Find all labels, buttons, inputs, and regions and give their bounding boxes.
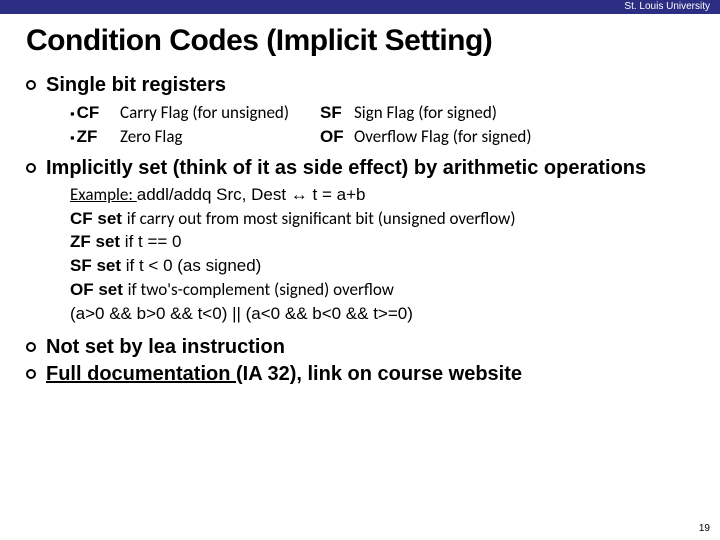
example-eq: ↔ t = a+b — [286, 185, 365, 204]
flag-zf-code: ZF — [77, 127, 98, 146]
bullet-2-text: Implicitly set (think of it as side effe… — [46, 157, 646, 180]
cf-set-desc: if carry out from most significant bit (… — [127, 208, 516, 229]
page-title: Condition Codes (Implicit Setting) — [26, 24, 694, 58]
flags-block: ▪CF Carry Flag (for unsigned) SF Sign Fl… — [70, 101, 694, 149]
zf-set: ZF set — [70, 232, 125, 251]
square-bullet-icon: ▪ — [70, 106, 75, 121]
bullet-3: Not set by lea instruction — [26, 336, 694, 359]
example-line-4: SF set if t < 0 (as signed) — [70, 255, 694, 278]
example-label: Example: — [70, 184, 137, 205]
zf-set-desc: if t == 0 — [125, 232, 182, 251]
bullet-icon — [26, 369, 36, 379]
flag-sf-desc: Sign Flag (for signed) — [354, 101, 497, 125]
bullet-4-text: Full documentation (IA 32), link on cour… — [46, 363, 522, 386]
flag-row-2: ▪ZF Zero Flag OF Overflow Flag (for sign… — [70, 125, 694, 149]
example-line-5: OF set if two's-complement (signed) over… — [70, 279, 694, 302]
sf-set-desc: if t < 0 (as signed) — [126, 256, 262, 275]
cf-set: CF set — [70, 209, 127, 228]
flag-of-code: OF — [320, 125, 354, 149]
bullet-1-text: Single bit registers — [46, 74, 226, 97]
example-code: addl/addq Src, Dest — [137, 185, 286, 204]
flag-zf-desc: Zero Flag — [120, 125, 320, 149]
flag-cf-code: CF — [77, 103, 100, 122]
flag-of-desc: Overflow Flag (for signed) — [354, 125, 532, 149]
example-line-6: (a>0 && b>0 && t<0) || (a<0 && b<0 && t>… — [70, 303, 694, 326]
bullet-4: Full documentation (IA 32), link on cour… — [26, 363, 694, 386]
bullet-icon — [26, 163, 36, 173]
example-block: Example: addl/addq Src, Dest ↔ t = a+b C… — [70, 184, 694, 327]
example-line-2: CF set if carry out from most significan… — [70, 208, 694, 231]
bullet-icon — [26, 80, 36, 90]
example-line-3: ZF set if t == 0 — [70, 231, 694, 254]
full-doc-link[interactable]: Full documentation — [46, 363, 236, 385]
flag-sf-code: SF — [320, 101, 354, 125]
page-number: 19 — [699, 523, 710, 534]
of-set: OF set — [70, 280, 128, 299]
slide-content: Condition Codes (Implicit Setting) Singl… — [0, 14, 720, 386]
square-bullet-icon: ▪ — [70, 130, 75, 145]
bullet-3-text: Not set by lea instruction — [46, 336, 285, 359]
flag-row-1: ▪CF Carry Flag (for unsigned) SF Sign Fl… — [70, 101, 694, 125]
bullet-icon — [26, 342, 36, 352]
example-line-1: Example: addl/addq Src, Dest ↔ t = a+b — [70, 184, 694, 207]
bullet-1: Single bit registers — [26, 74, 694, 97]
university-label: St. Louis University — [624, 1, 710, 12]
flag-cf-desc: Carry Flag (for unsigned) — [120, 101, 320, 125]
bullet-4-post: (IA 32), link on course website — [236, 363, 522, 385]
of-set-desc: if two's-complement (signed) overflow — [128, 279, 394, 300]
bullet-2: Implicitly set (think of it as side effe… — [26, 157, 694, 180]
top-bar: St. Louis University — [0, 0, 720, 14]
sf-set: SF set — [70, 256, 126, 275]
